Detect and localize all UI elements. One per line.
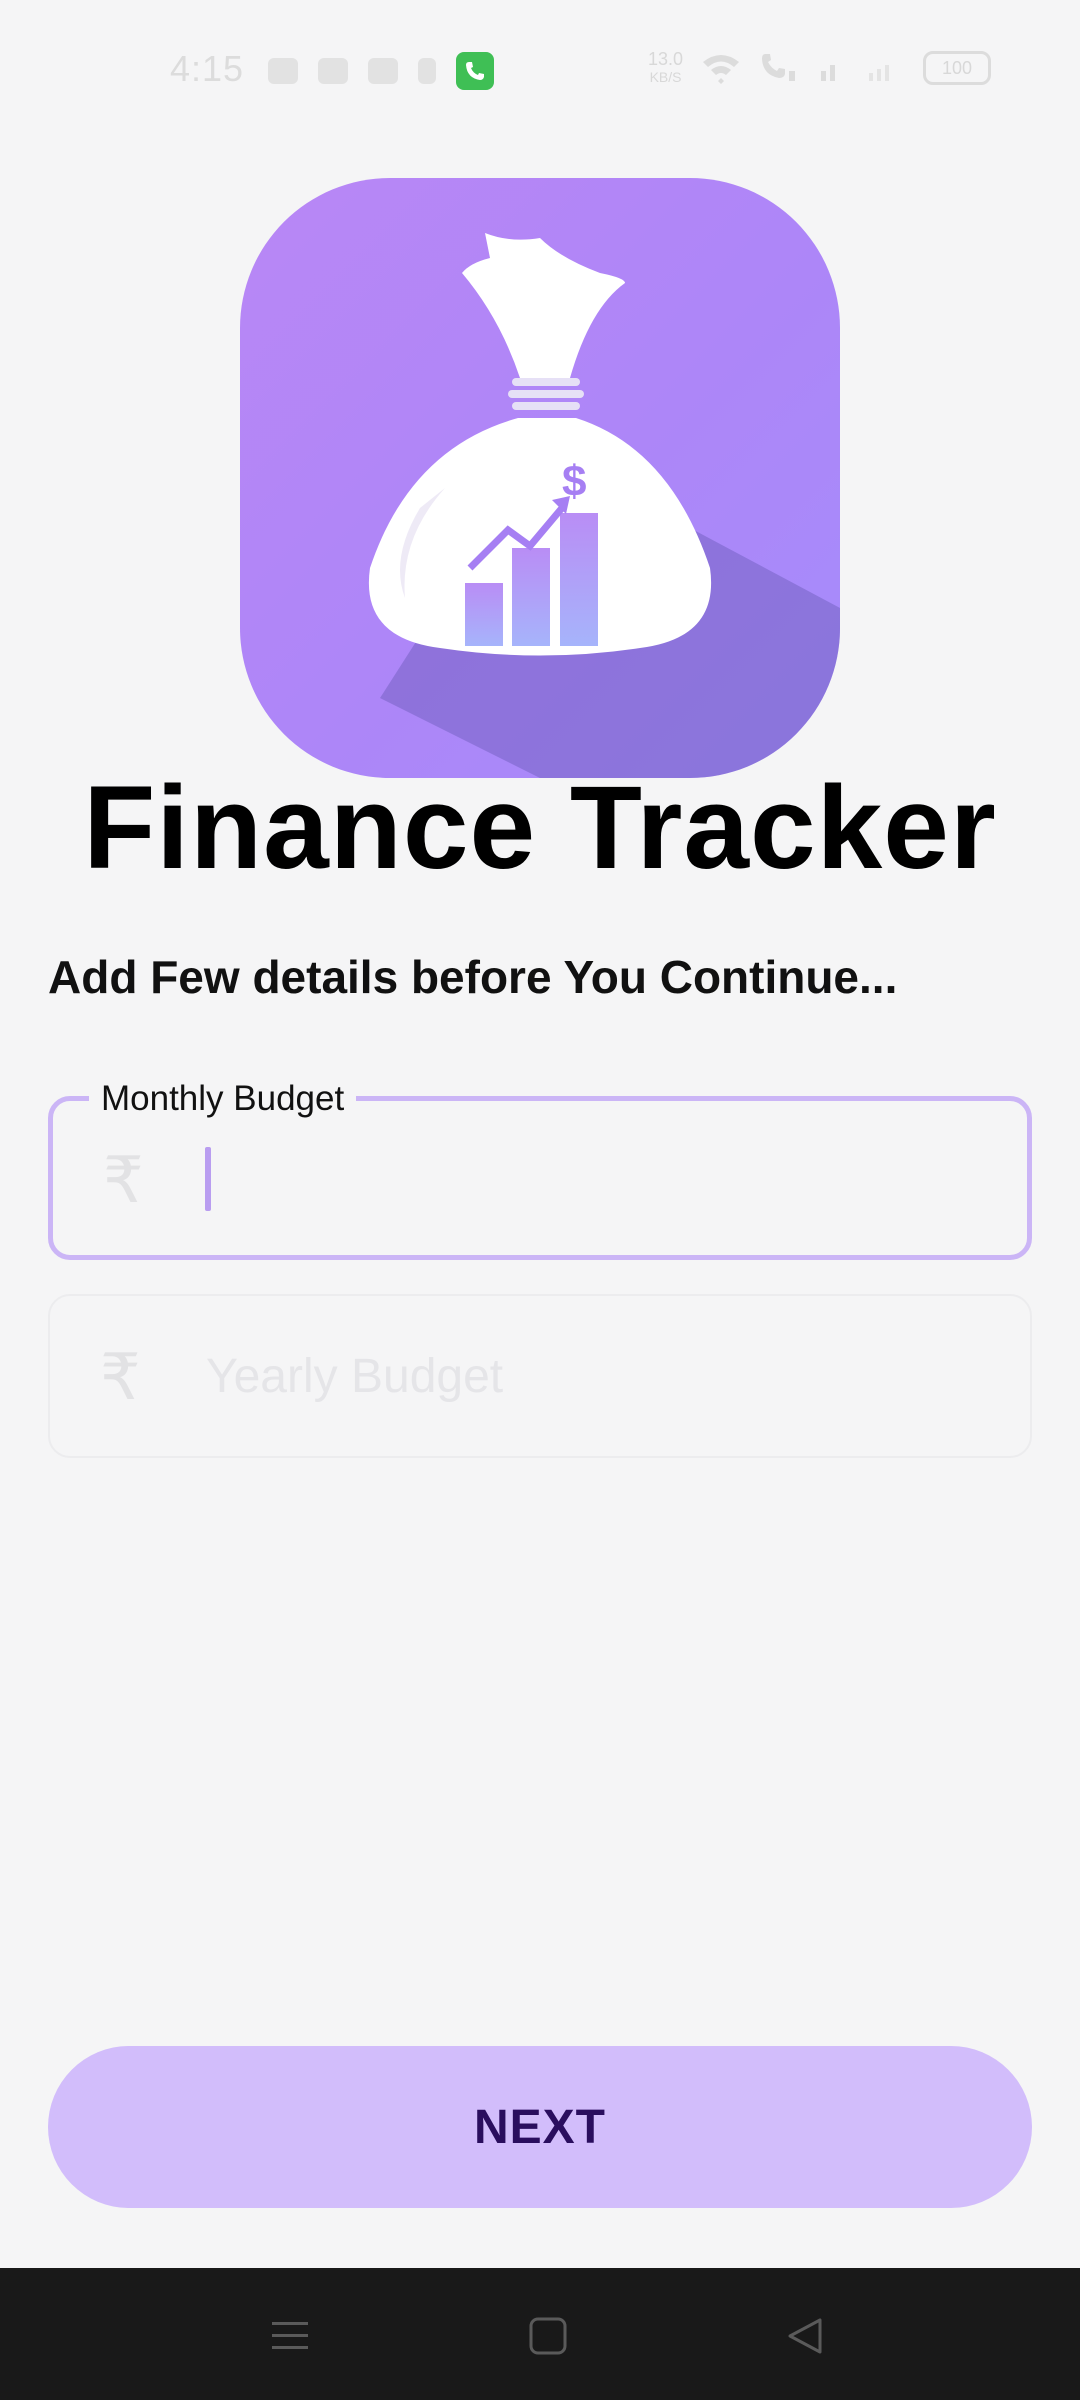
notification-icons (268, 52, 494, 90)
wifi-call-icon (762, 54, 796, 81)
next-button[interactable]: NEXT (48, 2046, 1032, 2208)
rupee-app-icon (418, 58, 436, 84)
back-triangle-icon[interactable] (784, 2314, 828, 2358)
instructions-text: Add Few details before You Continue... (48, 951, 898, 1003)
yearly-budget-field[interactable]: ₹ (48, 1294, 1032, 1458)
signal-icon (821, 65, 836, 81)
missed-call-icon (368, 58, 398, 84)
network-speed-unit: KB/S (649, 69, 682, 85)
signal-2-icon (869, 65, 890, 81)
next-button-label: NEXT (473, 2100, 606, 2154)
chat-icon (268, 58, 298, 84)
rupee-icon: ₹ (103, 1144, 144, 1216)
monthly-budget-field[interactable]: Monthly Budget ₹ (48, 1079, 1032, 1260)
network-speed: 13.0 KB/S (648, 50, 683, 86)
svg-text:$: $ (562, 457, 586, 506)
rupee-icon: ₹ (100, 1341, 141, 1413)
phone-call-icon (456, 52, 494, 90)
text-caret (205, 1147, 211, 1211)
wifi-icon (703, 55, 740, 84)
menu-icon[interactable] (268, 2314, 312, 2358)
app-title: Finance Tracker (83, 762, 997, 894)
network-speed-value: 13.0 (648, 49, 684, 69)
battery-icon: 100 (923, 51, 992, 85)
home-square-icon[interactable] (526, 2314, 570, 2358)
status-time: 4:15 (170, 48, 245, 89)
mail-icon (318, 58, 348, 84)
system-icons: 13.0 KB/S 100 (648, 50, 992, 86)
status-bar: 4:15 13.0 KB/S 100 (0, 0, 1080, 140)
monthly-budget-label: Monthly Budget (89, 1079, 357, 1119)
money-bag-growth-icon: $ (240, 178, 840, 778)
navigation-bar (0, 2268, 1080, 2400)
yearly-budget-input[interactable] (204, 1348, 829, 1405)
